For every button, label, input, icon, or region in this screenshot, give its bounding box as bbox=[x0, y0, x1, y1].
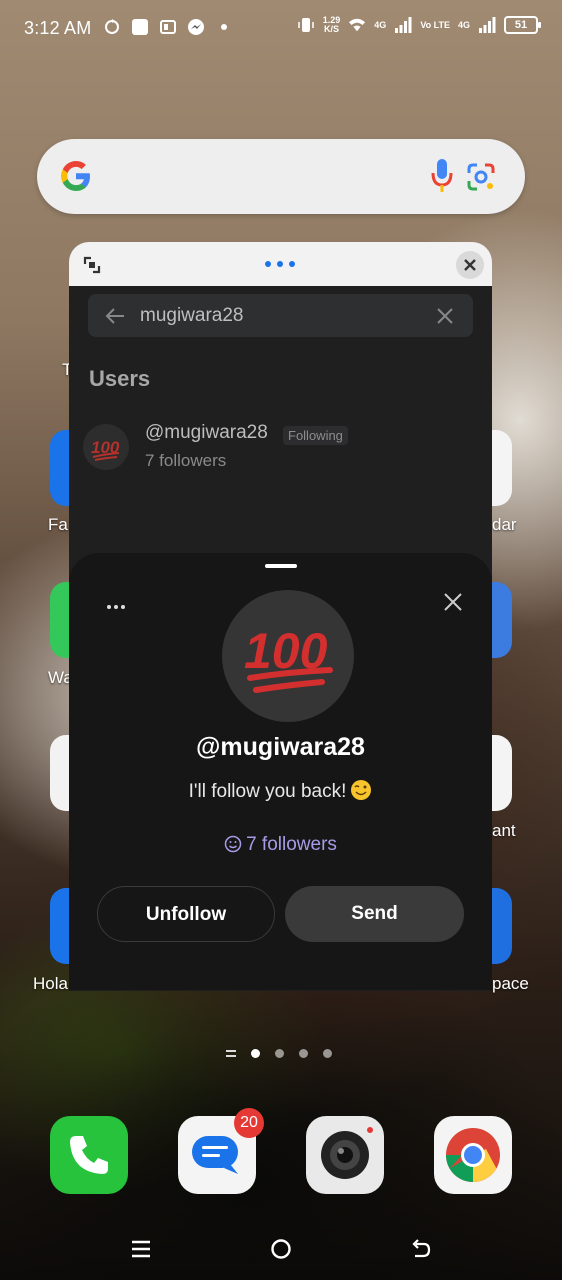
page-dot[interactable] bbox=[251, 1049, 260, 1058]
menu-lines-icon bbox=[226, 1049, 236, 1057]
more-icon[interactable] bbox=[105, 603, 127, 611]
back-arrow-icon[interactable] bbox=[104, 305, 126, 327]
avatar: 100 bbox=[83, 424, 129, 470]
home-app-label: ant bbox=[492, 821, 516, 840]
profile-handle: @mugiwara28 bbox=[196, 733, 365, 761]
wifi-icon bbox=[349, 18, 366, 32]
unfollow-button[interactable]: Unfollow bbox=[97, 886, 275, 942]
google-logo bbox=[61, 161, 90, 191]
status-right: 1.29 K/S 4G Vo LTE 4G 51 bbox=[297, 15, 541, 34]
square-app-icon bbox=[132, 19, 148, 35]
home-app-icon[interactable] bbox=[490, 582, 512, 658]
signal-bars-icon bbox=[479, 17, 496, 33]
phone-app[interactable] bbox=[50, 1116, 128, 1194]
home-app-label: dar bbox=[492, 515, 517, 534]
messages-app[interactable]: 20 bbox=[178, 1108, 264, 1194]
status-time: 3:12 AM bbox=[24, 18, 92, 38]
home-app-icon[interactable] bbox=[490, 735, 512, 811]
home-app-icon[interactable] bbox=[490, 888, 512, 964]
following-badge: Following bbox=[283, 426, 348, 445]
hundred-emoji: 100 bbox=[244, 623, 333, 693]
user-result-row[interactable]: 100 @mugiwara28 Following 7 followers bbox=[83, 420, 463, 480]
user-handle: @mugiwara28 bbox=[145, 422, 268, 443]
home-icon[interactable] bbox=[270, 1238, 292, 1260]
camera-app[interactable] bbox=[306, 1116, 384, 1194]
profile-bio: I'll follow you back! bbox=[69, 779, 492, 803]
profile-bio-text: I'll follow you back! bbox=[188, 781, 347, 802]
section-title: Users bbox=[89, 366, 151, 391]
clear-icon[interactable] bbox=[435, 306, 455, 326]
drag-handle-icon[interactable] bbox=[264, 260, 296, 268]
resize-icon[interactable] bbox=[81, 254, 103, 276]
wink-emoji bbox=[351, 780, 372, 800]
home-app-label: Hola bbox=[33, 974, 68, 993]
vibrate-icon bbox=[298, 18, 314, 32]
page-dot[interactable] bbox=[299, 1049, 308, 1058]
phone-icon bbox=[70, 1136, 108, 1174]
chrome-icon bbox=[445, 1128, 500, 1182]
close-icon[interactable] bbox=[442, 591, 464, 613]
page-dot[interactable] bbox=[323, 1049, 332, 1058]
google-search-bar[interactable] bbox=[37, 139, 525, 214]
hundred-emoji: 100 bbox=[91, 438, 120, 461]
page-indicator[interactable] bbox=[226, 1049, 332, 1058]
profile-followers[interactable]: 7 followers bbox=[69, 834, 492, 856]
more-notifications-dot bbox=[221, 24, 227, 30]
close-window-button[interactable] bbox=[456, 251, 484, 279]
floating-window-header[interactable] bbox=[69, 242, 492, 286]
messenger-icon bbox=[188, 19, 204, 35]
send-button[interactable]: Send bbox=[285, 886, 464, 942]
battery-indicator: 51 bbox=[504, 16, 541, 34]
profile-sheet: 100 @mugiwara28 I'll follow you back! 7 … bbox=[69, 553, 492, 990]
sync-icon bbox=[105, 19, 119, 34]
signal1-label: 4G bbox=[374, 20, 387, 30]
home-app-label: pace bbox=[492, 974, 529, 993]
profile-avatar: 100 bbox=[222, 590, 354, 722]
lens-icon[interactable] bbox=[465, 161, 497, 193]
search-query[interactable]: mugiwara28 bbox=[140, 305, 244, 327]
status-bar: 3:12 AM 1.29 K/S 4G Vo LTE 4G 51 bbox=[0, 0, 562, 58]
unread-badge: 20 bbox=[234, 1108, 264, 1138]
back-icon[interactable] bbox=[410, 1238, 432, 1260]
recents-icon[interactable] bbox=[130, 1238, 152, 1260]
page-dot[interactable] bbox=[275, 1049, 284, 1058]
volte-label: Vo LTE bbox=[420, 20, 450, 30]
navigation-bar bbox=[0, 1228, 562, 1272]
chrome-app[interactable] bbox=[434, 1116, 512, 1194]
sheet-handle[interactable] bbox=[265, 564, 297, 568]
network-speed: 1.29 K/S bbox=[322, 15, 341, 34]
close-icon bbox=[464, 259, 476, 271]
signal2-label: 4G bbox=[457, 20, 470, 30]
notification-icons bbox=[103, 18, 233, 36]
smile-icon bbox=[224, 835, 242, 853]
profile-followers-text: 7 followers bbox=[246, 834, 337, 855]
signal-bars-icon bbox=[395, 17, 412, 33]
news-app-icon bbox=[160, 20, 176, 34]
home-app-icon[interactable] bbox=[490, 430, 512, 506]
home-app-label: Fa bbox=[48, 515, 68, 534]
mic-icon[interactable] bbox=[429, 157, 455, 195]
search-field[interactable]: mugiwara28 bbox=[88, 294, 473, 337]
camera-icon bbox=[321, 1127, 373, 1179]
user-followers: 7 followers bbox=[145, 451, 227, 470]
